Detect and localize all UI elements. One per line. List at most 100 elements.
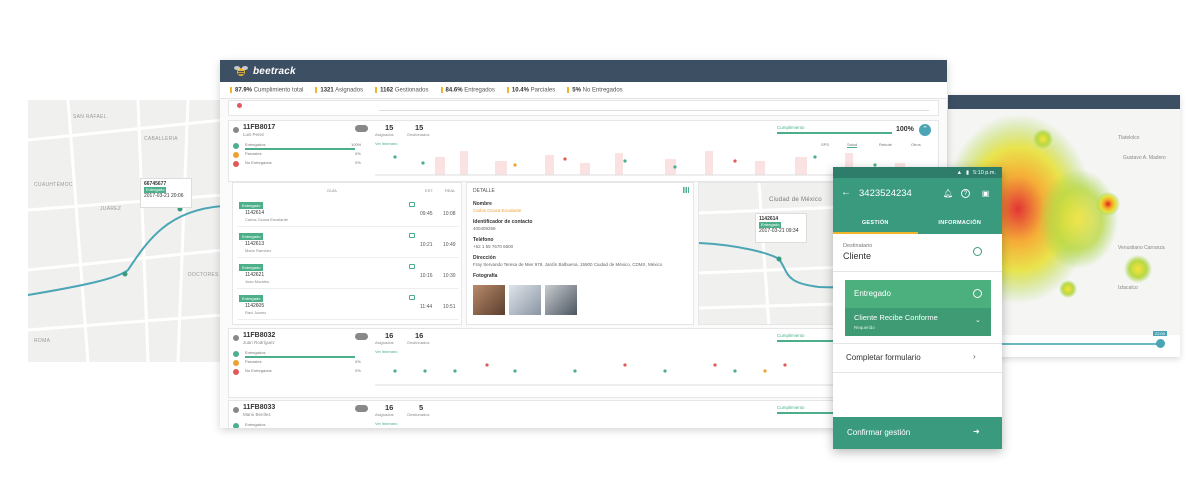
list-item[interactable]: Entregado 1142613 Mario Ramírez 10:21 10… <box>237 230 459 258</box>
tab-sps[interactable]: SPS <box>821 142 829 147</box>
confirm-button[interactable]: Confirmar gestión ➜ <box>833 417 1002 449</box>
field-label: Teléfono <box>473 237 494 243</box>
est-time: 09:45 <box>420 211 433 217</box>
previous-route-strip <box>228 100 939 116</box>
status-label: Entregados <box>245 350 266 355</box>
col-header: EST. <box>425 188 434 193</box>
truck-icon <box>409 233 415 238</box>
kpi-managed: 1162 Gestionados <box>375 86 429 93</box>
list-item[interactable]: Entregado 1142605 Ravi Juarez 11:44 10:5… <box>237 292 459 320</box>
street-label: JUÁREZ <box>100 206 122 212</box>
itinerary-link[interactable]: Ver itinerario <box>375 421 397 426</box>
customer-name: Mario Ramírez <box>245 248 272 253</box>
status-label: No Entregados <box>245 160 272 165</box>
list-item[interactable]: Entregado 1142614 Carlos Ocosa Escalante… <box>237 199 459 227</box>
tab-salud[interactable]: Salud <box>847 142 858 148</box>
bee-logo-icon <box>234 66 248 76</box>
status-label: Parciales <box>245 359 262 364</box>
managed-count: 16 <box>415 331 424 340</box>
street-label: CABALLERIA <box>144 136 178 142</box>
detail-title: DETALLE <box>473 188 495 194</box>
est-time: 11:44 <box>420 304 433 310</box>
status-pct: 0% <box>355 368 361 373</box>
assigned-label: Asignados <box>375 132 394 137</box>
grid-view-icon[interactable] <box>683 187 689 193</box>
status-bar <box>245 356 355 358</box>
status-badge: Entregado <box>239 233 264 240</box>
itinerary-link[interactable]: Ver itinerario <box>375 349 397 354</box>
compliance-value: 100% <box>896 126 914 133</box>
battery-icon: ▮ <box>966 169 970 176</box>
check-circle-icon[interactable] <box>973 247 982 256</box>
assigned-label: Asignados <box>375 412 394 417</box>
field-label: Nombre <box>473 201 492 207</box>
street-label: CUAUHTÉMOC <box>34 182 73 188</box>
field-label: Fotografía <box>473 273 498 279</box>
tab-otros[interactable]: Otros <box>911 142 921 147</box>
tab-rebote[interactable]: Rebote <box>879 142 892 147</box>
substatus-value: Cliente Recibe Conforme <box>854 313 938 322</box>
back-arrow-icon[interactable]: ← <box>841 187 851 198</box>
help-icon[interactable]: ? <box>961 189 970 198</box>
tab-informacion[interactable]: INFORMACIÓN <box>918 214 1003 234</box>
kpi-bar: 87.9% Cumplimiento total 1321 Asignados … <box>220 82 947 99</box>
tab-gestion[interactable]: GESTIÓN <box>833 214 918 234</box>
place-label: Iztacalco <box>1118 285 1138 291</box>
compliance-label: Cumplimiento <box>777 333 805 338</box>
marker-time: 2017-03-21 20:06 <box>144 193 184 199</box>
kpi-partial: 10.4% Parciales <box>506 86 555 93</box>
slider-knob[interactable] <box>1156 339 1165 348</box>
route-toggle[interactable] <box>355 125 368 132</box>
status-pct: 0% <box>355 359 361 364</box>
place-label: Tlatelolco <box>1118 135 1140 141</box>
bell-icon[interactable]: 🔔︎ <box>943 189 953 198</box>
dispatch-list: GUÍA EST. REAL Entregado 1142614 Carlos … <box>232 182 462 325</box>
kpi-assigned: 1321 Asignados <box>315 86 363 93</box>
route-id: 11FB8017 <box>243 124 276 131</box>
real-time: 10:49 <box>443 242 456 248</box>
status-label: Parciales <box>245 151 262 156</box>
status-value: Entregado <box>854 289 891 298</box>
send-icon: ➜ <box>973 427 980 436</box>
assigned-label: Asignados <box>375 340 394 345</box>
route-map-left[interactable]: SAN RAFAEL CABALLERIA CUAUHTÉMOC JUÁREZ … <box>28 100 223 362</box>
delivery-marker-card[interactable]: 66745677 Entregado 2017-03-21 20:06 <box>140 178 192 208</box>
truck-icon <box>409 264 415 269</box>
phone-tabs: GESTIÓN INFORMACIÓN <box>833 214 1002 234</box>
managed-label: Gestionados <box>407 340 430 345</box>
status-pct: 100% <box>351 142 362 147</box>
recipient-label: Destinatario <box>843 243 873 249</box>
col-header: REAL <box>445 188 456 193</box>
list-item[interactable]: Entregado 1142621 Juan Morales 10:16 10:… <box>237 261 459 289</box>
delivery-photo[interactable] <box>545 285 577 315</box>
delivery-photo[interactable] <box>473 285 505 315</box>
status-select[interactable]: Entregado <box>845 280 991 308</box>
expand-chevron-icon[interactable]: ⌃ <box>919 124 931 136</box>
kpi-compliance: 87.9% Cumplimiento total <box>230 86 303 93</box>
place-label: Gustavo A. Madero <box>1123 155 1166 161</box>
customer-name: Juan Morales <box>245 279 270 284</box>
map-streets <box>28 100 223 362</box>
chevron-down-icon: ⌄ <box>975 317 981 324</box>
street-label: SAN RAFAEL <box>73 114 107 120</box>
status-badge: Entregado <box>239 295 264 302</box>
mini-map-marker-card[interactable]: 1142614 Entregado 2017-03-21 09:34 <box>755 213 807 243</box>
itinerary-link[interactable]: Ver itinerario <box>375 141 397 146</box>
delivery-photo[interactable] <box>509 285 541 315</box>
dispatch-id: 1142613 <box>245 241 265 247</box>
heatmap-header-bar <box>948 95 1180 109</box>
est-time: 10:21 <box>420 242 433 248</box>
substatus-dropdown[interactable]: Cliente Recibe Conforme Requerido ⌄ <box>845 308 991 336</box>
city-label: Ciudad de México <box>769 197 822 203</box>
status-pct: 0% <box>355 151 361 156</box>
check-circle-icon <box>973 289 982 298</box>
driver-name: Juan Rodríguez <box>243 340 275 345</box>
truck-icon <box>409 202 415 207</box>
route-toggle[interactable] <box>355 405 368 412</box>
route-status-dot <box>233 127 239 133</box>
route-toggle[interactable] <box>355 333 368 340</box>
managed-count: 5 <box>419 403 424 412</box>
save-icon[interactable]: ▣ <box>981 189 990 198</box>
driver-name: Mario Benítez <box>243 412 271 417</box>
complete-form-link[interactable]: Completar formulario <box>846 353 921 362</box>
